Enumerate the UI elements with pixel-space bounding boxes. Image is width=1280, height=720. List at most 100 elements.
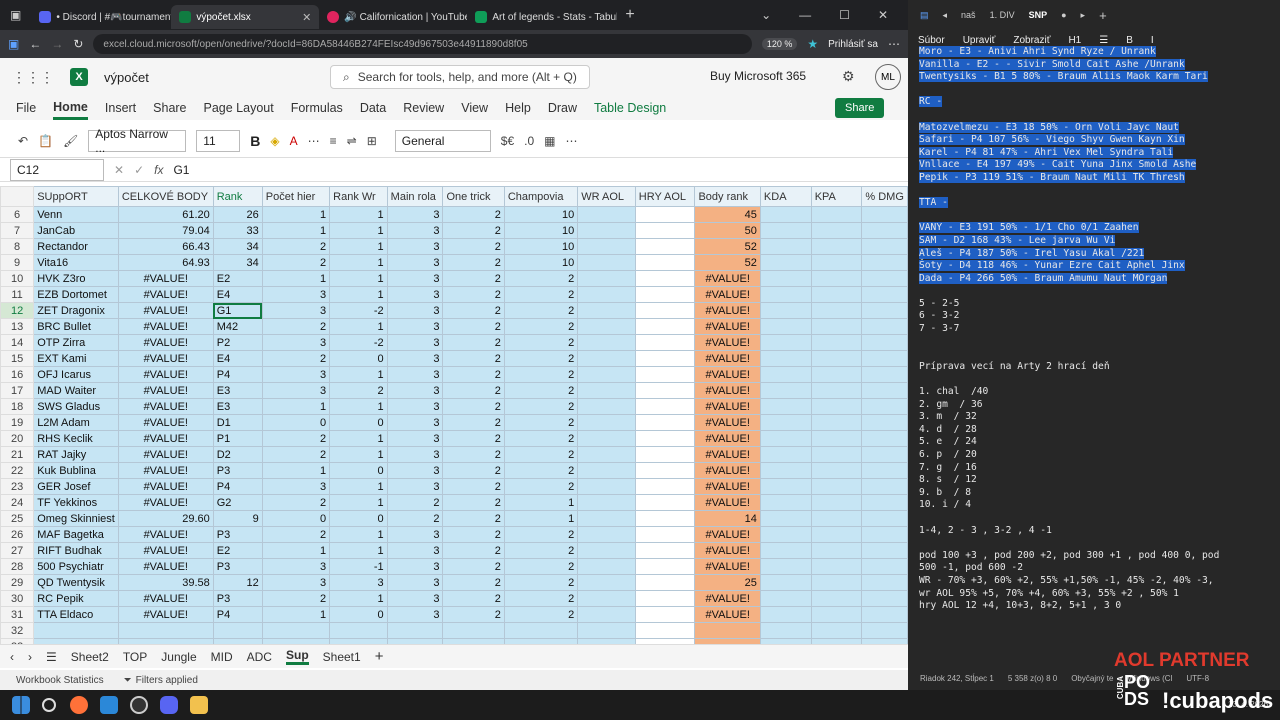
- table-cell[interactable]: [861, 398, 908, 415]
- row-number[interactable]: 17: [0, 382, 35, 399]
- format-painter-icon[interactable]: 🖌: [63, 134, 78, 148]
- table-cell[interactable]: 2: [261, 238, 331, 255]
- firefox-icon[interactable]: [70, 696, 88, 714]
- table-cell[interactable]: [634, 414, 696, 431]
- table-cell[interactable]: [634, 558, 696, 575]
- table-cell[interactable]: 2: [442, 590, 505, 607]
- table-cell[interactable]: [861, 558, 908, 575]
- table-cell[interactable]: HVK Z3ro: [33, 270, 119, 287]
- table-cell[interactable]: 0: [329, 350, 388, 367]
- table-cell[interactable]: [117, 622, 214, 639]
- table-cell[interactable]: [577, 206, 636, 223]
- table-cell[interactable]: [861, 462, 908, 479]
- table-cell[interactable]: 10: [503, 222, 579, 239]
- table-cell[interactable]: 0: [329, 462, 388, 479]
- table-cell[interactable]: [861, 206, 908, 223]
- table-cell[interactable]: [810, 382, 863, 399]
- table-cell[interactable]: 2: [261, 430, 331, 447]
- table-cell[interactable]: 1: [329, 526, 388, 543]
- row-number[interactable]: 13: [0, 318, 35, 335]
- table-cell[interactable]: 79.04: [117, 222, 214, 239]
- table-cell[interactable]: 61.20: [117, 206, 214, 223]
- table-cell[interactable]: 2: [442, 206, 505, 223]
- table-cell[interactable]: 0: [329, 510, 388, 527]
- row-number[interactable]: 29: [0, 574, 35, 591]
- table-cell[interactable]: D1: [212, 414, 263, 431]
- table-cell[interactable]: #VALUE!: [694, 334, 761, 351]
- table-cell[interactable]: 1: [329, 366, 388, 383]
- table-cell[interactable]: [577, 606, 636, 623]
- column-header[interactable]: % DMG: [861, 186, 908, 207]
- table-cell[interactable]: 2: [442, 558, 505, 575]
- table-cell[interactable]: [634, 526, 696, 543]
- table-cell[interactable]: 9: [212, 510, 263, 527]
- table-cell[interactable]: #VALUE!: [694, 382, 761, 399]
- table-cell[interactable]: [634, 574, 696, 591]
- table-cell[interactable]: #VALUE!: [694, 414, 761, 431]
- table-cell[interactable]: [810, 270, 863, 287]
- table-cell[interactable]: 3: [261, 302, 331, 319]
- table-cell[interactable]: [759, 510, 812, 527]
- row-number[interactable]: 16: [0, 366, 35, 383]
- table-cell[interactable]: [577, 366, 636, 383]
- table-cell[interactable]: [33, 622, 119, 639]
- app-launcher-icon[interactable]: ⋮⋮⋮: [12, 69, 54, 86]
- table-cell[interactable]: [634, 510, 696, 527]
- table-cell[interactable]: #VALUE!: [117, 542, 214, 559]
- table-cell[interactable]: [861, 270, 908, 287]
- table-cell[interactable]: P4: [212, 366, 263, 383]
- column-header[interactable]: Main rola: [386, 186, 444, 207]
- table-cell[interactable]: 2: [442, 366, 505, 383]
- table-cell[interactable]: [861, 382, 908, 399]
- align-icon[interactable]: ≡: [330, 134, 337, 148]
- table-cell[interactable]: 10: [503, 254, 579, 271]
- table-cell[interactable]: 2: [503, 302, 579, 319]
- table-cell[interactable]: 2: [442, 430, 505, 447]
- chevron-down-icon[interactable]: ⌄: [761, 8, 771, 22]
- table-cell[interactable]: ZET Dragonix: [33, 302, 119, 319]
- table-cell[interactable]: 2: [261, 526, 331, 543]
- all-sheets-icon[interactable]: ☰: [46, 650, 57, 664]
- table-cell[interactable]: 2: [442, 286, 505, 303]
- tab-home[interactable]: Home: [53, 96, 88, 120]
- font-family-dropdown[interactable]: Aptos Narrow ...: [88, 127, 187, 155]
- table-cell[interactable]: [810, 238, 863, 255]
- table-cell[interactable]: L2M Adam: [33, 414, 119, 431]
- table-cell[interactable]: [759, 414, 812, 431]
- table-cell[interactable]: [634, 446, 696, 463]
- table-cell[interactable]: 1: [261, 542, 331, 559]
- tab-page-layout[interactable]: Page Layout: [204, 96, 274, 120]
- settings-gear-icon[interactable]: ⚙: [842, 68, 855, 85]
- table-cell[interactable]: P1: [212, 430, 263, 447]
- table-cell[interactable]: E4: [212, 350, 263, 367]
- table-cell[interactable]: 2: [442, 462, 505, 479]
- table-cell[interactable]: 3: [386, 462, 444, 479]
- notepad-taskbar-icon[interactable]: [100, 696, 118, 714]
- table-cell[interactable]: [861, 494, 908, 511]
- table-cell[interactable]: #VALUE!: [694, 542, 761, 559]
- table-cell[interactable]: [810, 462, 863, 479]
- row-number[interactable]: 27: [0, 542, 35, 559]
- table-cell[interactable]: [634, 430, 696, 447]
- table-cell[interactable]: [634, 302, 696, 319]
- table-cell[interactable]: 34: [212, 238, 263, 255]
- table-cell[interactable]: [577, 382, 636, 399]
- table-cell[interactable]: 2: [386, 494, 444, 511]
- table-cell[interactable]: E4: [212, 286, 263, 303]
- table-cell[interactable]: [759, 318, 812, 335]
- table-cell[interactable]: 2: [503, 334, 579, 351]
- table-cell[interactable]: [861, 478, 908, 495]
- table-cell[interactable]: #VALUE!: [694, 318, 761, 335]
- buy-microsoft-button[interactable]: Buy Microsoft 365: [710, 69, 806, 83]
- table-cell[interactable]: [861, 622, 908, 639]
- table-cell[interactable]: #VALUE!: [117, 302, 214, 319]
- table-cell[interactable]: #VALUE!: [117, 478, 214, 495]
- maximize-icon[interactable]: ☐: [839, 8, 850, 22]
- table-cell[interactable]: [634, 318, 696, 335]
- table-cell[interactable]: EZB Dortomet: [33, 286, 119, 303]
- column-header[interactable]: Rank: [212, 186, 263, 207]
- table-cell[interactable]: OTP Zirra: [33, 334, 119, 351]
- table-cell[interactable]: [861, 254, 908, 271]
- notepad-tab-1[interactable]: naš: [961, 10, 976, 20]
- row-number[interactable]: 25: [0, 510, 35, 527]
